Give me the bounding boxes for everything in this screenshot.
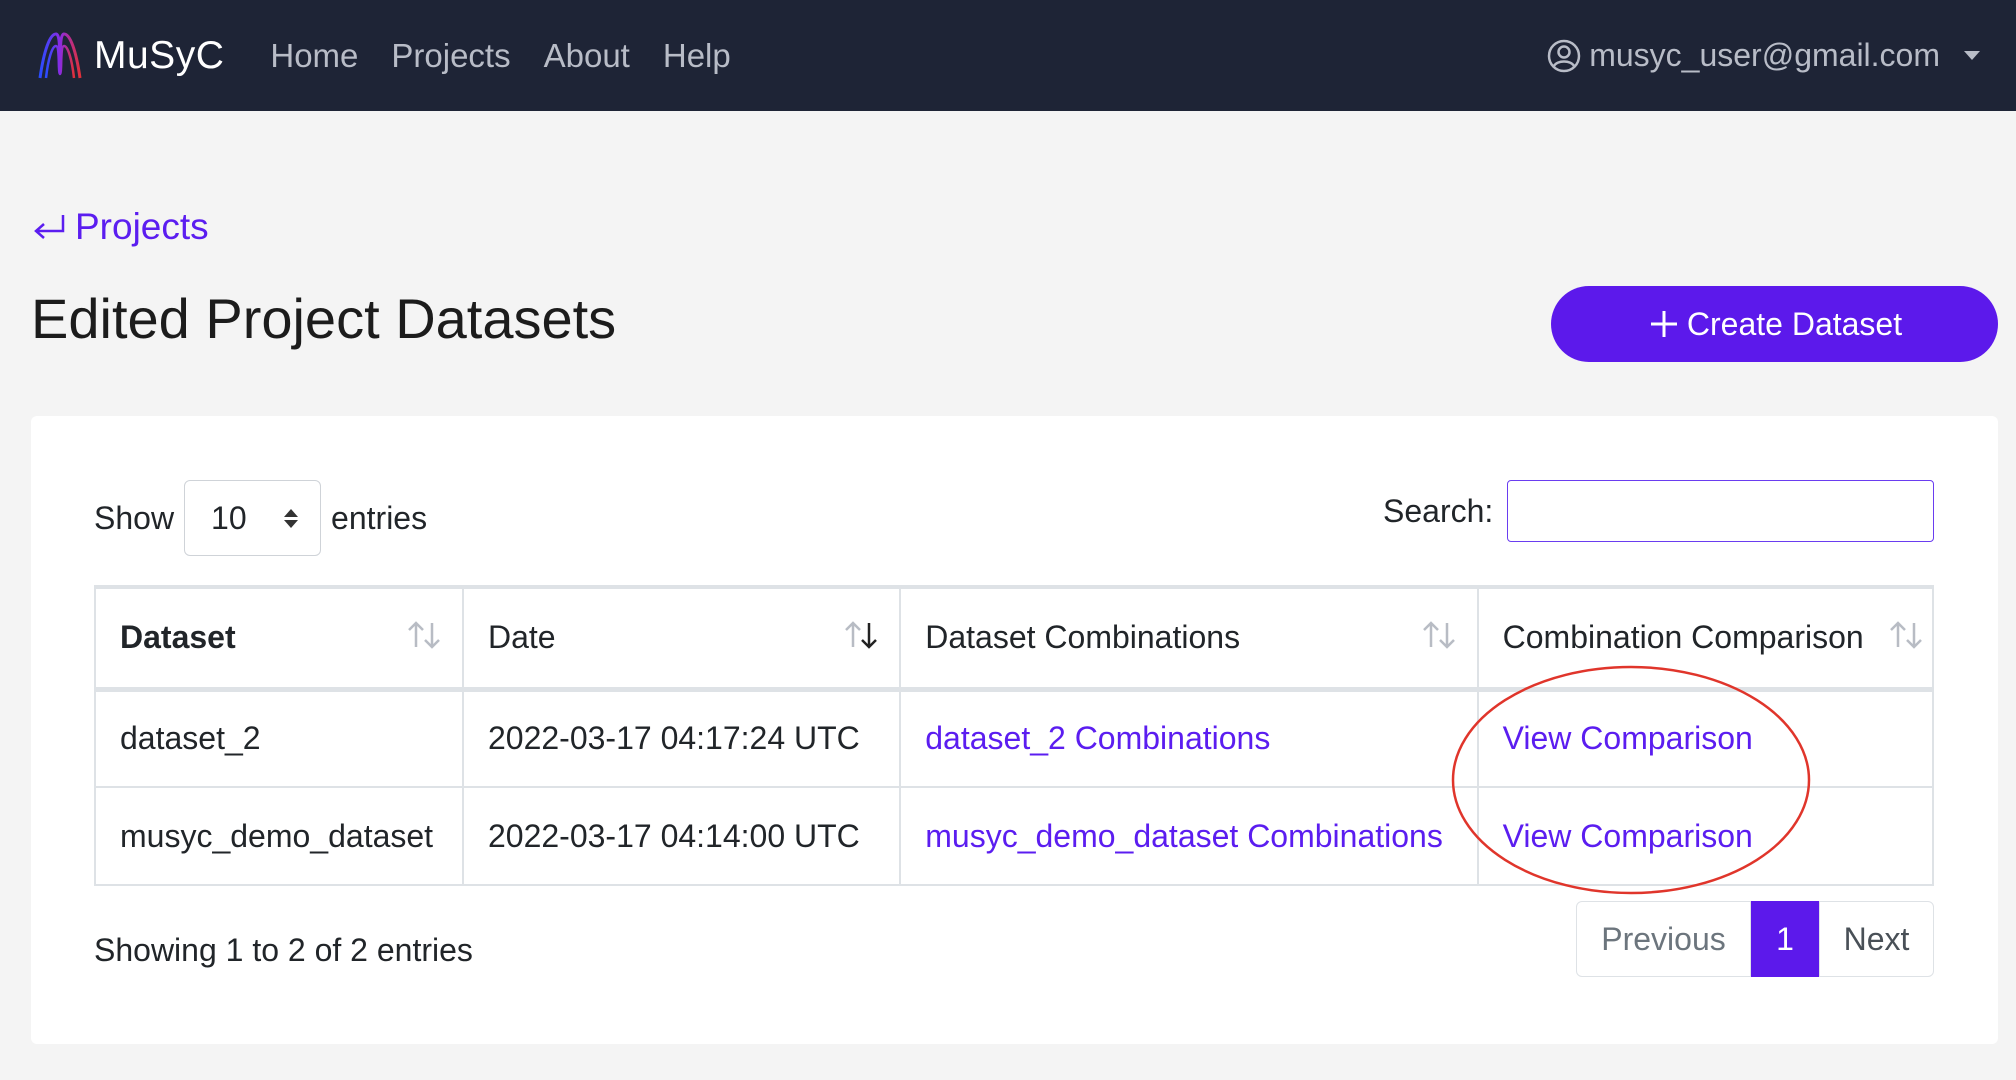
- table-info-text: Showing 1 to 2 of 2 entries: [94, 932, 473, 968]
- show-label: Show: [94, 499, 175, 536]
- cell-date: 2022-03-17 04:14:00 UTC: [461, 786, 902, 886]
- nav-link-home[interactable]: Home: [270, 37, 358, 75]
- search-label: Search:: [1383, 492, 1494, 529]
- column-header-combination-comparison[interactable]: Combination Comparison: [1476, 585, 1935, 692]
- page-title: Edited Project Datasets: [31, 287, 617, 350]
- cell-comparison: View Comparison: [1476, 688, 1935, 788]
- create-dataset-button[interactable]: Create Dataset: [1551, 286, 1998, 362]
- table-row: musyc_demo_dataset 2022-03-17 04:14:00 U…: [94, 786, 1935, 886]
- pagination-page-1-button[interactable]: 1: [1751, 901, 1819, 977]
- column-header-date[interactable]: Date: [461, 585, 902, 692]
- user-email: musyc_user@gmail.com: [1589, 37, 1940, 73]
- user-circle-icon: [1547, 39, 1581, 72]
- back-to-projects-link[interactable]: Projects: [31, 206, 209, 248]
- cell-combinations: musyc_demo_dataset Combinations: [899, 786, 1479, 886]
- sort-arrows-icon: [1890, 621, 1922, 649]
- pagination-next-button[interactable]: Next: [1819, 901, 1934, 977]
- cell-dataset: musyc_demo_dataset: [94, 786, 464, 886]
- column-header-dataset[interactable]: Dataset: [94, 585, 464, 692]
- column-header-label: Date: [487, 619, 556, 656]
- top-navbar: MuSyC Home Projects About Help musyc_use…: [0, 0, 2016, 111]
- view-comparison-link[interactable]: View Comparison: [1503, 720, 1753, 756]
- nav-link-about[interactable]: About: [544, 37, 630, 75]
- pagination-previous-button[interactable]: Previous: [1576, 901, 1751, 977]
- nav-link-projects[interactable]: Projects: [391, 37, 510, 75]
- plus-icon: [1650, 311, 1677, 337]
- entries-length-control: Show 10 entries: [94, 480, 427, 556]
- cell-dataset: dataset_2: [94, 688, 464, 788]
- chevron-down-icon: [1964, 51, 1980, 60]
- datasets-table: Dataset Date Dataset Combinations Combin…: [94, 585, 1935, 886]
- return-arrow-icon: [34, 215, 65, 239]
- table-row: dataset_2 2022-03-17 04:17:24 UTC datase…: [94, 688, 1935, 788]
- create-dataset-label: Create Dataset: [1686, 305, 1903, 342]
- cell-comparison: View Comparison: [1476, 786, 1935, 886]
- column-header-dataset-combinations[interactable]: Dataset Combinations: [899, 585, 1479, 692]
- entries-label: entries: [331, 499, 428, 536]
- column-header-label: Combination Comparison: [1502, 619, 1864, 656]
- table-header-row: Dataset Date Dataset Combinations Combin…: [94, 585, 1935, 692]
- cell-combinations: dataset_2 Combinations: [899, 688, 1479, 788]
- nav-link-help[interactable]: Help: [663, 37, 731, 75]
- column-header-label: Dataset: [120, 619, 236, 656]
- dataset-combinations-link[interactable]: dataset_2 Combinations: [925, 720, 1270, 756]
- brand-name: MuSyC: [94, 33, 225, 77]
- search-control: Search:: [1383, 480, 1935, 542]
- entries-per-page-select[interactable]: 10: [184, 480, 322, 556]
- search-input[interactable]: [1507, 480, 1935, 542]
- sort-descending-icon: [845, 621, 878, 649]
- musyc-logo-icon: [38, 31, 82, 78]
- brand-link[interactable]: MuSyC: [36, 30, 224, 82]
- column-header-label: Dataset Combinations: [925, 619, 1241, 656]
- pagination: Previous 1 Next: [1576, 901, 1934, 977]
- select-arrows-icon: [284, 508, 299, 528]
- user-menu-dropdown[interactable]: musyc_user@gmail.com: [1547, 37, 1980, 74]
- back-link-label: Projects: [75, 206, 209, 247]
- cell-date: 2022-03-17 04:17:24 UTC: [461, 688, 902, 788]
- dataset-combinations-link[interactable]: musyc_demo_dataset Combinations: [925, 818, 1443, 854]
- view-comparison-link[interactable]: View Comparison: [1503, 818, 1753, 854]
- nav-links: Home Projects About Help: [270, 37, 730, 75]
- entries-select-value: 10: [211, 499, 247, 536]
- sort-arrows-icon: [1422, 621, 1455, 649]
- sort-arrows-icon: [408, 621, 440, 649]
